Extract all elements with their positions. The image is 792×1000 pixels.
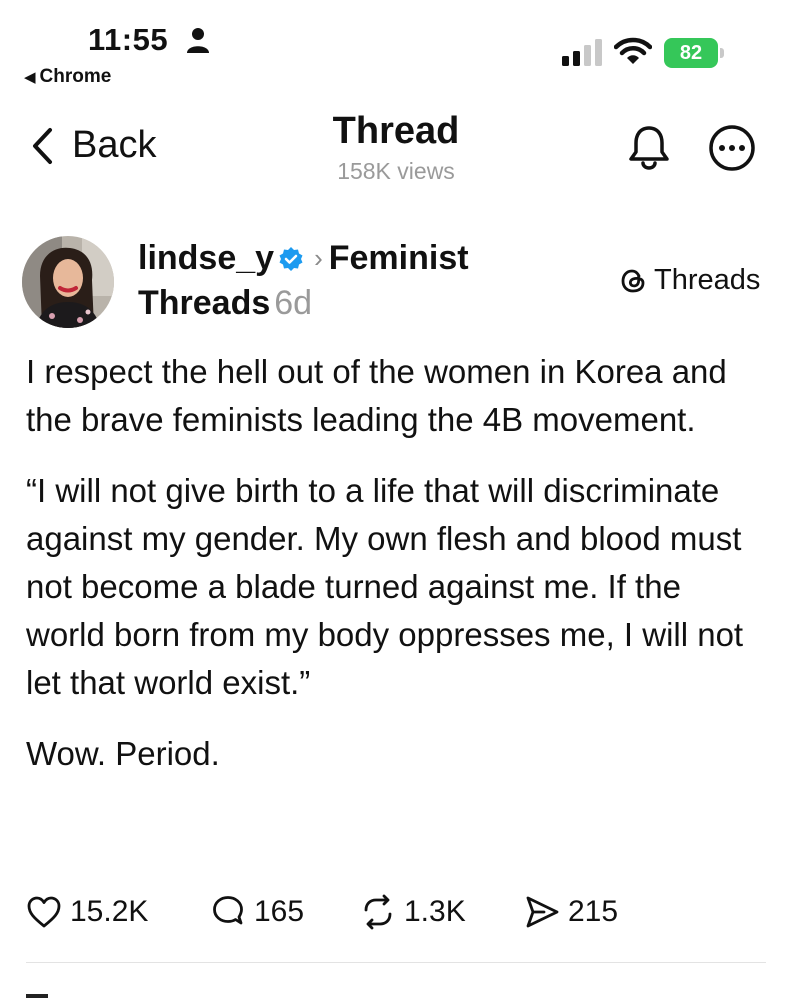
verified-badge-icon <box>279 247 303 271</box>
next-section-peek <box>26 994 48 998</box>
nav-bar: Back Thread 158K views <box>0 100 792 200</box>
back-app-label: Chrome <box>39 66 112 87</box>
battery-level: 82 <box>664 38 718 68</box>
post-paragraph: I respect the hell out of the women in K… <box>26 353 727 438</box>
status-time: 11:55 <box>88 22 169 57</box>
person-icon <box>187 28 209 53</box>
share-count: 215 <box>568 895 619 928</box>
repost-icon <box>364 894 392 930</box>
more-options-icon[interactable] <box>708 124 756 172</box>
share-button[interactable]: 215 <box>524 894 618 930</box>
divider <box>26 962 766 963</box>
repost-count: 1.3K <box>404 895 466 928</box>
bell-icon[interactable] <box>626 124 672 170</box>
community-name-part2[interactable]: Threads <box>138 284 270 322</box>
repost-button[interactable]: 1.3K <box>360 894 466 930</box>
heart-icon <box>27 896 61 928</box>
post-paragraph: “I will not give birth to a life that wi… <box>26 472 744 701</box>
reply-bubble-icon <box>213 896 243 925</box>
back-to-app-link[interactable]: ◀ Chrome <box>24 66 111 88</box>
threads-source-badge[interactable]: Threads <box>618 264 760 297</box>
battery-indicator: 82 <box>664 38 724 68</box>
post-author-line: lindse_y › Feminist Threads 6d <box>138 236 598 326</box>
threads-logo-icon <box>621 269 645 292</box>
wifi-icon <box>614 37 652 64</box>
view-count: 158K views <box>337 158 455 184</box>
battery-cap <box>720 48 724 58</box>
back-triangle-icon: ◀ <box>24 69 36 86</box>
author-handle[interactable]: lindse_y <box>138 239 274 277</box>
reply-count: 165 <box>254 895 305 928</box>
breadcrumb-chevron-icon: › <box>314 243 323 273</box>
status-bar: 11:55 ◀ Chrome 82 <box>0 0 792 100</box>
post-actions: 15.2K 165 1.3K 215 <box>24 894 744 938</box>
avatar[interactable] <box>22 236 114 328</box>
like-count: 15.2K <box>70 895 149 928</box>
avatar-photo <box>22 236 114 328</box>
page-title: Thread <box>332 110 460 152</box>
send-icon <box>526 896 559 928</box>
post-age: 6d <box>274 284 313 322</box>
cellular-signal-icon <box>562 39 602 66</box>
like-button[interactable]: 15.2K <box>26 894 148 930</box>
post-paragraph: Wow. Period. <box>26 735 220 772</box>
reply-button[interactable]: 165 <box>210 894 304 930</box>
threads-source-label: Threads <box>654 264 761 296</box>
post-body: I respect the hell out of the women in K… <box>26 348 766 801</box>
community-name-part1[interactable]: Feminist <box>329 239 469 277</box>
